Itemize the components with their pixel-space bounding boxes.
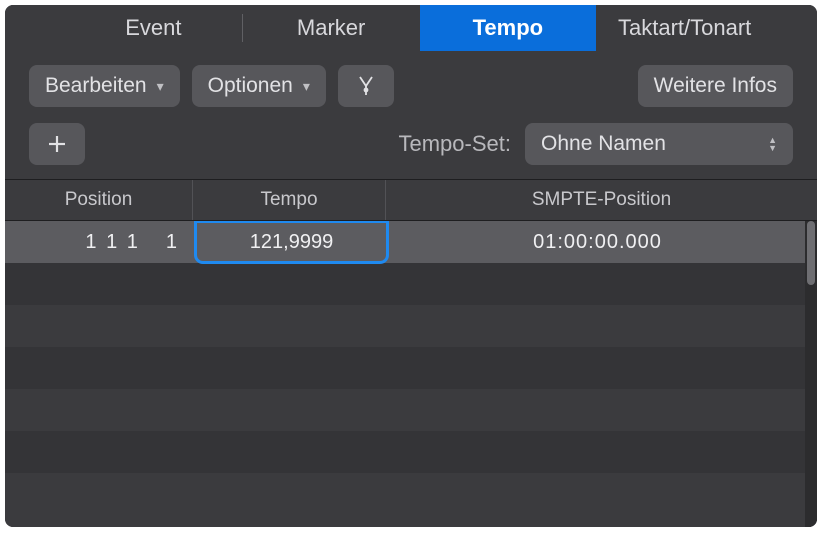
select-arrows-icon: ▲▼ [768, 136, 777, 152]
cell-position[interactable]: 1 1 1 1 [5, 221, 193, 263]
table-row-stripe [5, 305, 817, 347]
tempo-set-select[interactable]: Ohne Namen ▲▼ [525, 123, 793, 165]
more-info-label: Weitere Infos [654, 74, 777, 98]
tab-marker[interactable]: Marker [243, 5, 420, 51]
table-row[interactable]: 1 1 1 1 121,9999 01:00:00.000 [5, 221, 805, 263]
options-menu[interactable]: Optionen ▾ [192, 65, 326, 107]
tempo-set-row: Tempo-Set: Ohne Namen ▲▼ [5, 113, 817, 179]
tempo-set-label: Tempo-Set: [399, 131, 512, 157]
header-tempo[interactable]: Tempo [193, 180, 386, 220]
add-button[interactable] [29, 123, 85, 165]
chevron-down-icon: ▾ [303, 78, 310, 95]
edit-menu[interactable]: Bearbeiten ▾ [29, 65, 180, 107]
header-smpte[interactable]: SMPTE-Position [386, 180, 817, 220]
vertical-scrollbar[interactable] [805, 221, 817, 527]
tab-tempo[interactable]: Tempo [420, 5, 597, 51]
plus-icon [46, 133, 68, 155]
header-position[interactable]: Position [5, 180, 193, 220]
filter-icon [353, 73, 379, 99]
options-label: Optionen [208, 74, 293, 98]
tab-signature[interactable]: Taktart/Tonart [596, 5, 773, 51]
cell-smpte[interactable]: 01:00:00.000 [390, 221, 805, 263]
toolbar: Bearbeiten ▾ Optionen ▾ Weitere Infos [5, 51, 817, 113]
table-row-stripe [5, 263, 817, 305]
chevron-down-icon: ▾ [157, 78, 164, 95]
edit-label: Bearbeiten [45, 74, 147, 98]
position-bars: 1 1 1 [85, 231, 139, 254]
position-ticks: 1 [166, 231, 179, 254]
more-info-button[interactable]: Weitere Infos [638, 65, 793, 107]
additional-info-toggle[interactable] [338, 65, 394, 107]
table-row-stripe [5, 389, 817, 431]
table-row-stripe [5, 347, 817, 389]
tempo-list-window: Event Marker Tempo Taktart/Tonart Bearbe… [5, 5, 817, 527]
table-header: Position Tempo SMPTE-Position [5, 179, 817, 221]
list-editor-tabs: Event Marker Tempo Taktart/Tonart [5, 5, 817, 51]
table-row-stripe [5, 473, 817, 515]
cell-tempo-editing[interactable]: 121,9999 [195, 221, 388, 263]
tab-event[interactable]: Event [65, 5, 242, 51]
table-row-stripe [5, 431, 817, 473]
tempo-set-selected: Ohne Namen [541, 132, 666, 156]
table-body: 1 1 1 1 121,9999 01:00:00.000 [5, 221, 817, 527]
scrollbar-thumb[interactable] [807, 221, 815, 285]
